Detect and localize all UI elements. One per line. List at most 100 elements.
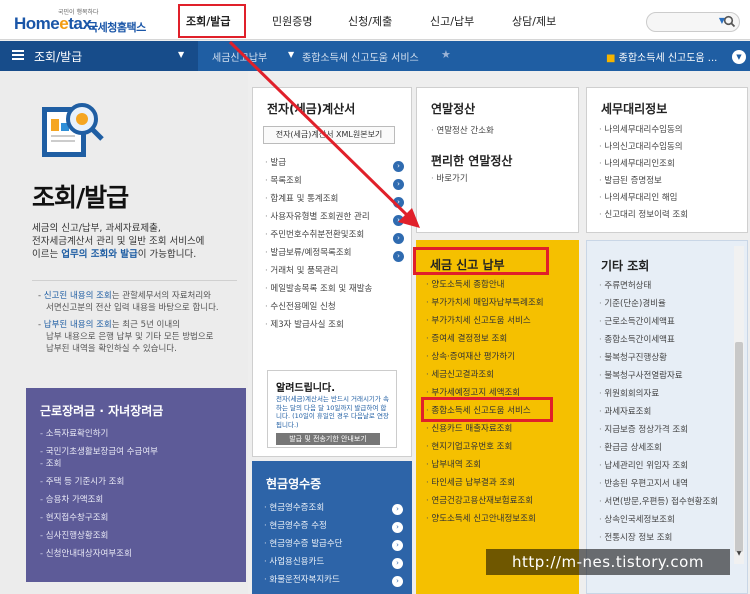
list-item[interactable]: 발급보류/예정목록조회: [265, 244, 372, 262]
list-item[interactable]: 전통시장 정보 조회: [599, 529, 718, 547]
list-item[interactable]: 나의세무대리인조회: [599, 156, 688, 173]
cash-receipt-title: 현금영수증: [266, 477, 322, 491]
list-item[interactable]: 연말정산 간소화: [431, 122, 493, 140]
list-item[interactable]: 현금영수증조회: [264, 499, 343, 517]
list-item[interactable]: 목록조회: [265, 172, 372, 190]
chevron-down-icon[interactable]: ▼: [288, 50, 294, 59]
breadcrumb-recent[interactable]: ■ 종합소득세 신고도움 ...: [606, 49, 717, 64]
nav-item-civil-cert[interactable]: 민원증명: [272, 13, 312, 29]
list-item[interactable]: 수신전용메일 신청: [265, 298, 372, 316]
list-item[interactable]: 세금신고결과조회: [426, 366, 544, 384]
arrow-right-icon[interactable]: ›: [393, 215, 404, 226]
list-item[interactable]: 소득자료확인하기: [40, 428, 158, 440]
list-item[interactable]: 위원회회의자료: [599, 385, 718, 403]
list-item[interactable]: 증여세 결정정보 조회: [426, 330, 544, 348]
list-item[interactable]: 불복청구사전열람자료: [599, 367, 718, 385]
list-item[interactable]: 바로가기: [431, 170, 467, 188]
menu-icon[interactable]: [12, 50, 24, 60]
nav-item-report-pay[interactable]: 신고/납부: [430, 13, 474, 29]
arrow-right-icon[interactable]: ›: [392, 504, 403, 515]
list-item[interactable]: 승용차 가액조회: [40, 494, 158, 506]
logo-korean: 국세청홈택스: [88, 21, 146, 34]
list-item[interactable]: 과세자료조회: [599, 403, 718, 421]
search-input[interactable]: ▼: [646, 12, 740, 32]
arrow-right-icon[interactable]: ›: [392, 558, 403, 569]
list-item[interactable]: 양도소득세 종합안내: [426, 276, 544, 294]
breadcrumb-item-income-tax-help[interactable]: 종합소득세 신고도움 서비스: [302, 49, 419, 64]
search-icon[interactable]: [723, 15, 736, 28]
arrow-right-icon[interactable]: ›: [393, 197, 404, 208]
list-item[interactable]: 신고대리 정보이력 조회: [599, 207, 688, 224]
arrow-right-icon[interactable]: ›: [392, 522, 403, 533]
list-item[interactable]: 현금영수증 수정: [264, 517, 343, 535]
list-item[interactable]: 주류면허상태: [599, 277, 718, 295]
arrow-right-icon[interactable]: ›: [392, 576, 403, 587]
breadcrumb: 조회/발급 ▼ 세금신고납부 ▼ 종합소득세 신고도움 서비스 ★ ■ 종합소득…: [0, 41, 750, 71]
list-item[interactable]: 연금건강고용산재보험료조회: [426, 492, 544, 510]
other-lookup-list: 주류면허상태 기준(단순)경비율 근로소득간이세액표 종합소득간이세액표 불복청…: [599, 277, 718, 547]
list-item[interactable]: 신용카드 매출자료조회: [426, 420, 544, 438]
list-item[interactable]: 화물운전자복지카드: [264, 571, 343, 589]
list-item[interactable]: 납세관리인 위임자 조회: [599, 457, 718, 475]
list-item[interactable]: 상속·증여재산 평가하기: [426, 348, 544, 366]
list-item[interactable]: 반송된 우편고지서 내역: [599, 475, 718, 493]
arrow-right-icon[interactable]: ›: [393, 179, 404, 190]
chevron-down-icon[interactable]: ▼: [732, 50, 746, 64]
breadcrumb-section: [0, 41, 198, 71]
nav-item-apply-submit[interactable]: 신청/제출: [348, 13, 392, 29]
cash-receipt-card: 현금영수증 현금영수증조회 현금영수증 수정 현금영수증 발급수단 사업용신용카…: [252, 461, 412, 594]
list-item[interactable]: 불복청구진행상황: [599, 349, 718, 367]
list-item[interactable]: 납부내역 조회: [426, 456, 544, 474]
left-description: 세금의 신고/납부, 과세자료제출, 전자세금계산서 관리 및 일반 조회 서비…: [32, 223, 205, 260]
list-item[interactable]: 메일발송목록 조회 및 재발송: [265, 280, 372, 298]
scrollbar-thumb[interactable]: [735, 342, 743, 552]
list-item[interactable]: 심사진행상황조회: [40, 530, 158, 542]
list-item[interactable]: 현지접수창구조회: [40, 512, 158, 524]
arrow-right-icon[interactable]: ›: [393, 233, 404, 244]
list-item[interactable]: 환급금 상세조회: [599, 439, 718, 457]
hometax-logo[interactable]: 국민이 행복하다 Homeetax. 국세청홈택스: [14, 8, 154, 36]
list-item[interactable]: 합계표 및 통계조회: [265, 190, 372, 208]
arrow-right-icon[interactable]: ›: [392, 540, 403, 551]
list-item[interactable]: 나의세무대리수임동의: [599, 122, 688, 139]
list-item[interactable]: 발급된 증명정보: [599, 173, 688, 190]
list-item[interactable]: 근로소득간이세액표: [599, 313, 718, 331]
breadcrumb-item-tax-report[interactable]: 세금신고납부: [212, 49, 267, 64]
deadline-guide-button[interactable]: 발급 및 전송기한 안내보기: [276, 433, 380, 445]
list-item[interactable]: 부가가치세 매입자납부특례조회: [426, 294, 543, 312]
list-item[interactable]: 지급보증 정상가격 조회: [599, 421, 718, 439]
scrollbar[interactable]: ▼: [734, 246, 744, 564]
list-item[interactable]: 나의세무대리인 해임: [599, 190, 688, 207]
nav-item-consult-report[interactable]: 상담/제보: [512, 13, 556, 29]
arrow-right-icon[interactable]: ›: [393, 251, 404, 262]
list-item[interactable]: 국민기초생활보장급여 수급여부: [40, 446, 158, 458]
list-item[interactable]: 발급: [265, 154, 372, 172]
list-item[interactable]: 타인세금 납부결과 조회: [426, 474, 544, 492]
list-item[interactable]: 양도소득세 신고안내정보조회: [426, 510, 544, 528]
list-item[interactable]: 부가가치세 신고도움 서비스: [426, 312, 544, 330]
favorite-star-icon[interactable]: ★: [441, 48, 451, 61]
list-item[interactable]: 사업용신용카드: [264, 553, 343, 571]
arrow-right-icon[interactable]: ›: [393, 161, 404, 172]
list-item[interactable]: 기준(단순)경비율: [599, 295, 718, 313]
list-item[interactable]: 제3자 발급사실 조회: [265, 316, 372, 334]
list-item[interactable]: 거래처 및 품목관리: [265, 262, 372, 280]
list-item[interactable]: 주택 등 기준시가 조회: [40, 476, 158, 488]
list-item[interactable]: 현금영수증 발급수단: [264, 535, 342, 553]
list-item[interactable]: 신청안내대상자여부조회: [40, 548, 158, 560]
scroll-down-arrow-icon[interactable]: ▼: [734, 550, 744, 560]
list-item[interactable]: 주민번호수취분전환및조회: [265, 226, 372, 244]
highlight-box-income-tax-help: [421, 397, 553, 422]
list-item[interactable]: 종합소득간이세액표: [599, 331, 718, 349]
notice-title: 알려드립니다.: [276, 383, 335, 394]
chevron-down-icon[interactable]: ▼: [178, 50, 184, 59]
list-item[interactable]: 현지기업고유번호 조회: [426, 438, 544, 456]
breadcrumb-section-label[interactable]: 조회/발급: [34, 48, 82, 65]
xml-view-button[interactable]: 전자(세금)계산서 XML원본보기: [263, 126, 395, 144]
list-item[interactable]: 사용자유형별 조회권한 관리: [265, 208, 372, 226]
list-item[interactable]: 서면(방문,우편등) 접수현황조회: [599, 493, 718, 511]
list-item[interactable]: 나의신고대리수임동의: [599, 139, 688, 156]
notice-box: 알려드립니다. 전자(세금)계산서는 반드시 거래시기가 속하는 달의 다음 달…: [267, 370, 397, 448]
list-item[interactable]: 상속인국세정보조회: [599, 511, 718, 529]
list-item[interactable]: 조회: [40, 458, 158, 470]
